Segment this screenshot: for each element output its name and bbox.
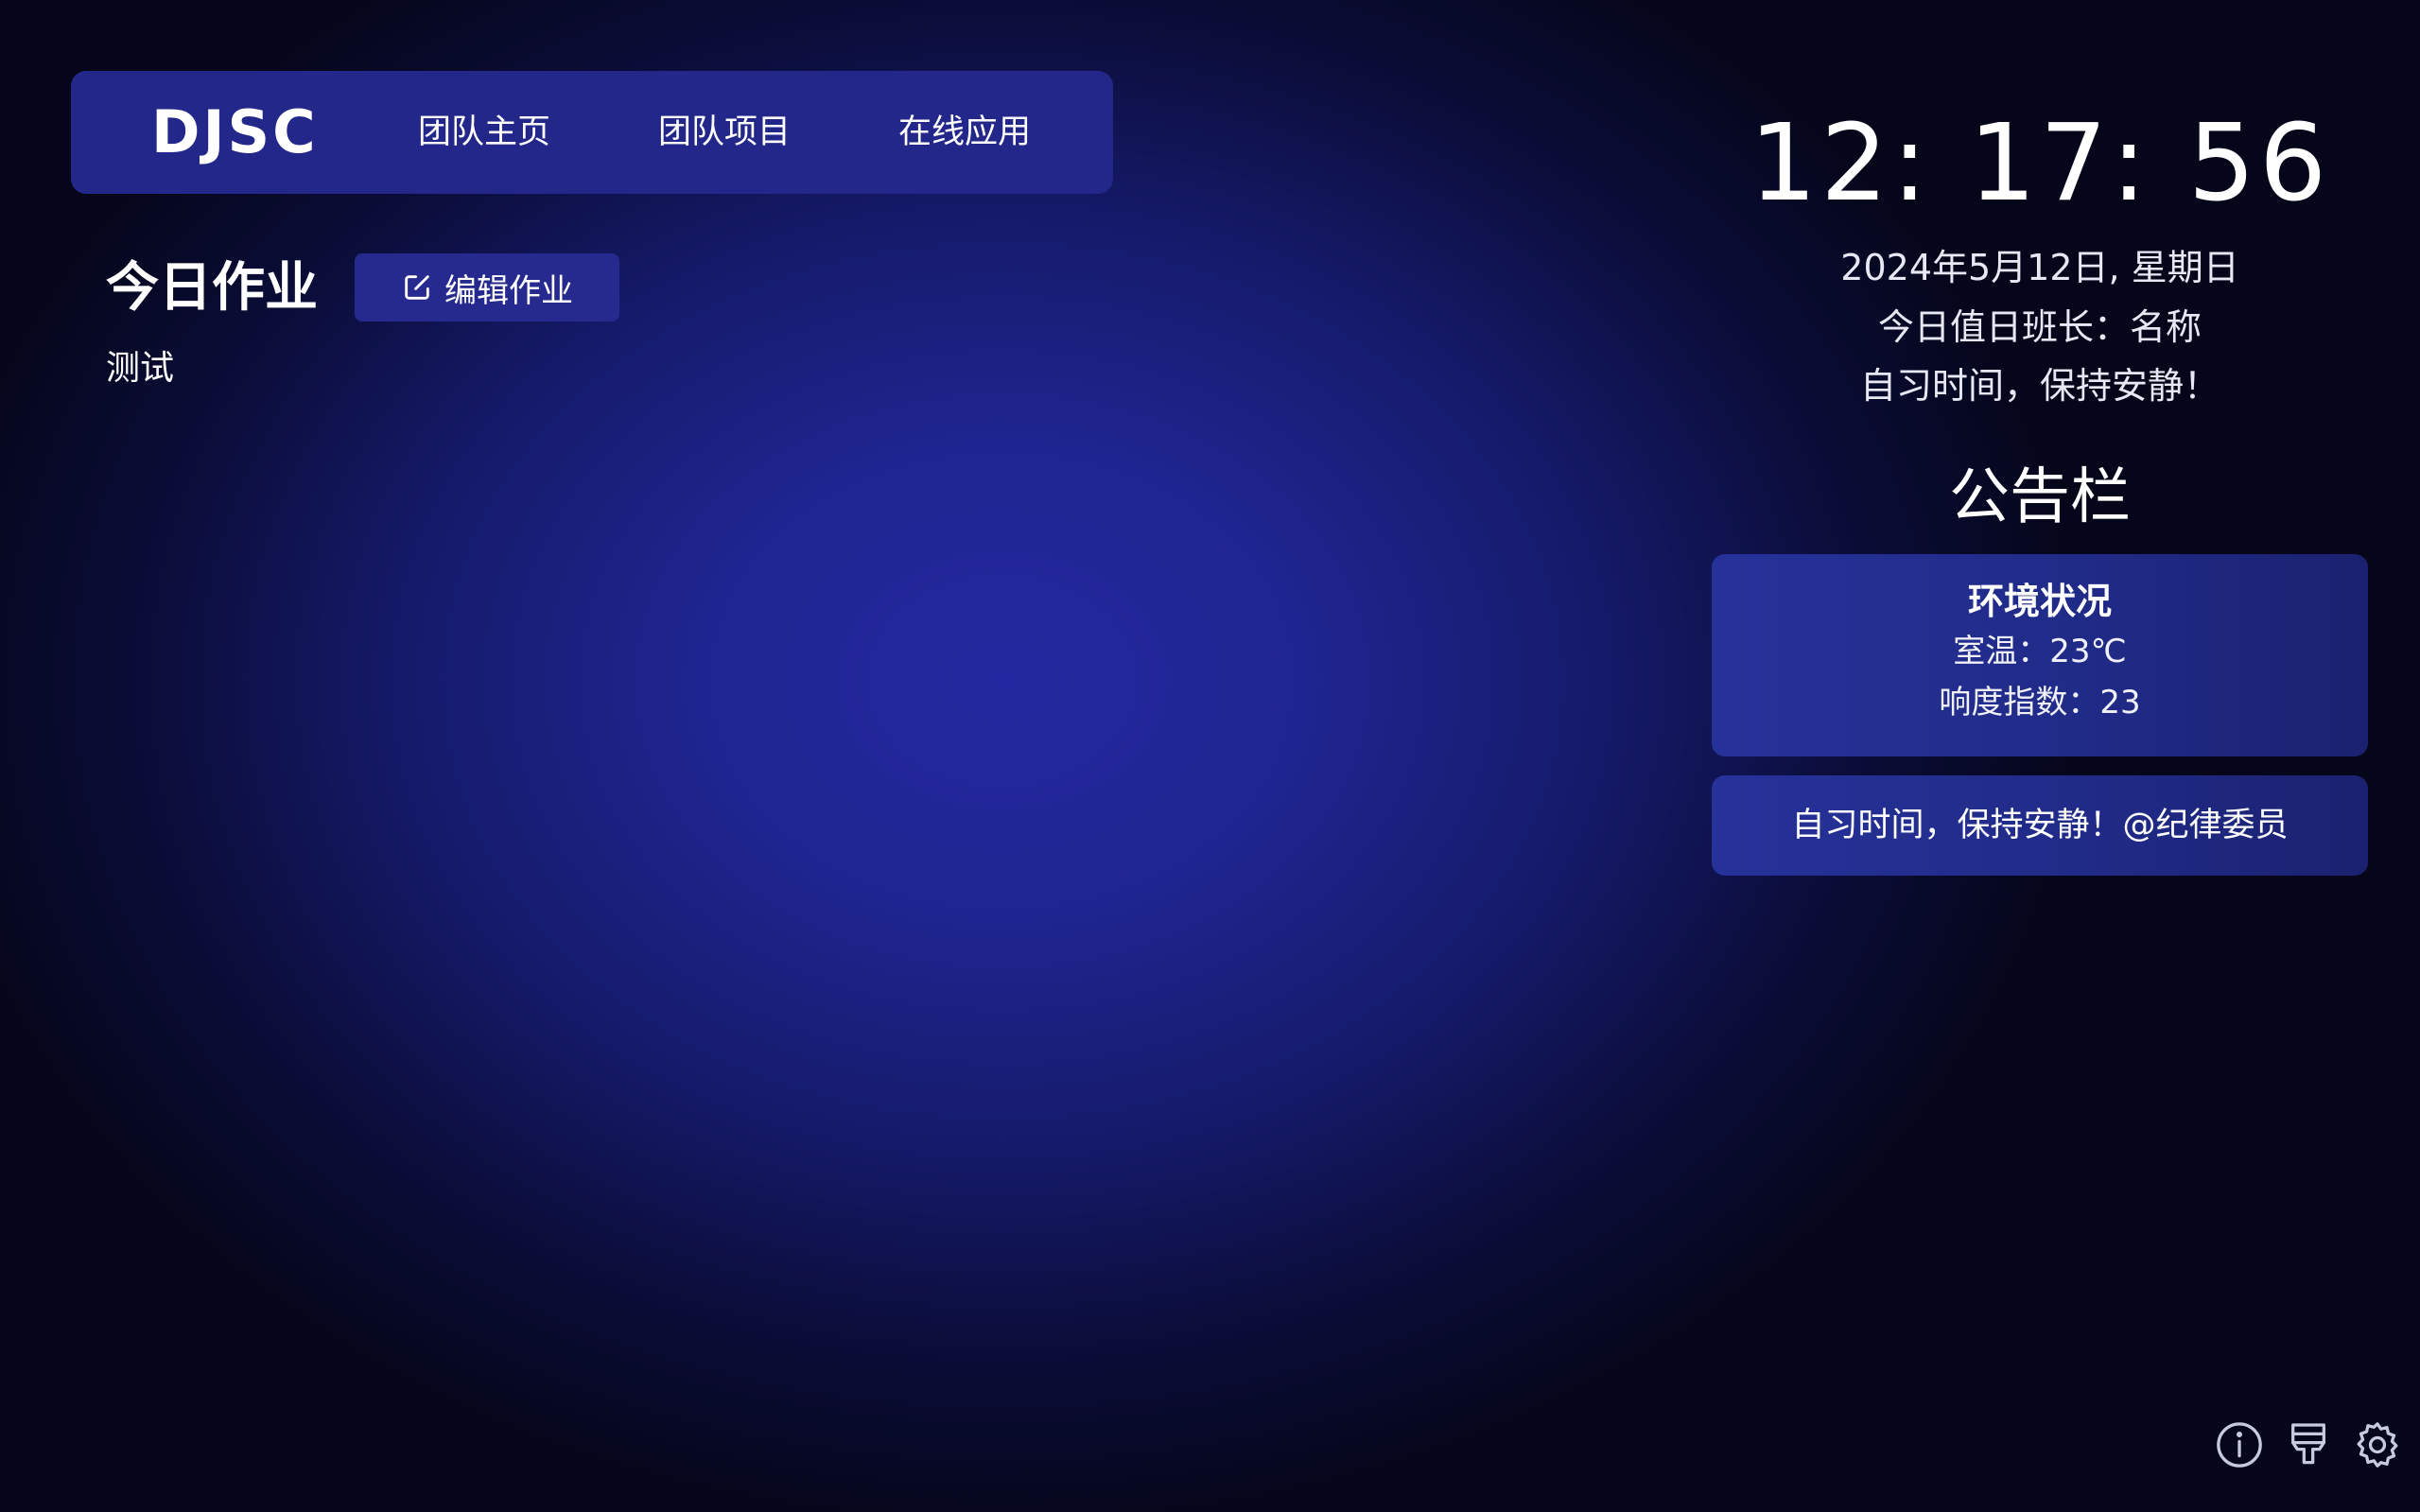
nav-link-team-projects[interactable]: 团队项目 [658,71,791,194]
brush-icon[interactable] [2282,1418,2335,1471]
bulletin-board-title: 公告栏 [1949,462,2131,532]
date-display: 2024年5月12日, 星期日 [1840,247,2239,288]
status-message: 自习时间，保持安静！ [1859,365,2220,407]
info-icon[interactable] [2213,1418,2266,1471]
logo[interactable]: DJSC [151,71,319,194]
top-nav: DJSC 团队主页 团队项目 在线应用 [71,71,1113,194]
homework-content: 测试 [106,349,175,388]
nav-link-team-home[interactable]: 团队主页 [418,71,550,194]
duty-monitor: 今日值日班长：名称 [1877,306,2202,348]
notice-card: 自习时间，保持安静！@纪律委员 [1712,775,2368,876]
bottom-toolbar [2212,1418,2420,1471]
homework-title: 今日作业 [106,257,318,319]
environment-card: 环境状况 室温：23℃ 响度指数：23 [1712,554,2368,756]
noise-index: 响度指数：23 [1939,684,2141,721]
nav-link-online-apps[interactable]: 在线应用 [898,71,1031,194]
edit-icon [401,271,433,304]
edit-homework-label: 编辑作业 [444,271,573,310]
edit-homework-button[interactable]: 编辑作业 [355,253,619,322]
room-temperature: 室温：23℃ [1953,633,2127,670]
gear-icon[interactable] [2351,1418,2404,1471]
environment-title: 环境状况 [1967,581,2112,622]
clock-time: 12: 17: 56 [1749,102,2331,225]
